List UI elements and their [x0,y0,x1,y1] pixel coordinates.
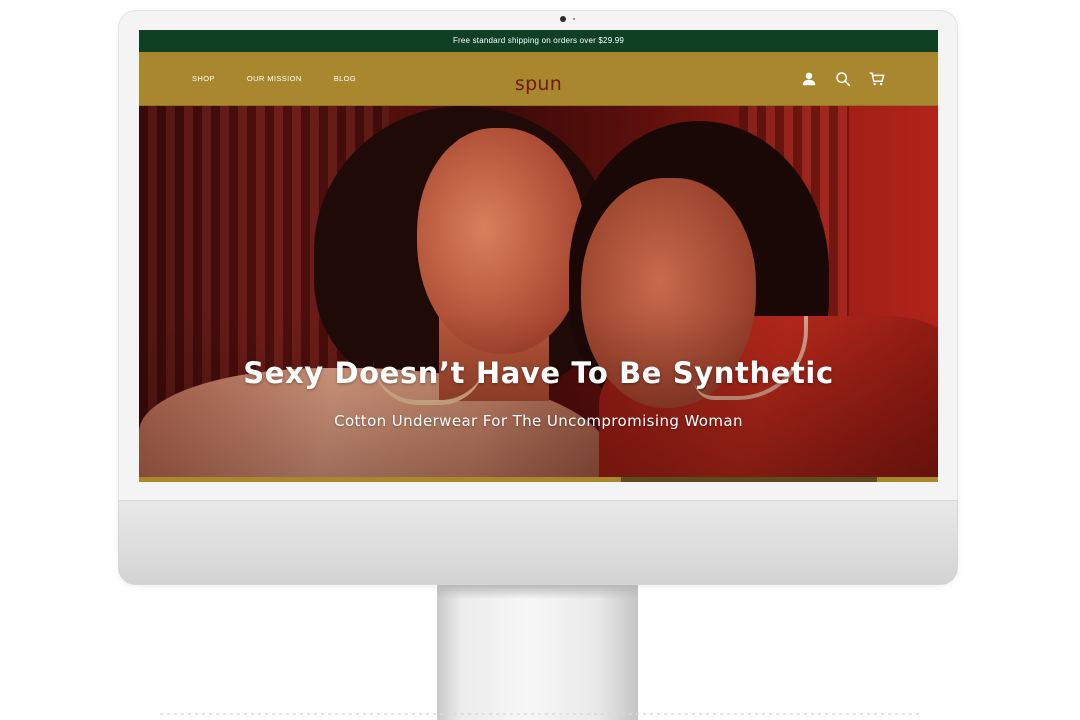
hero-headline: Sexy Doesn’t Have To Be Synthetic [243,356,834,390]
camera-sensor [573,18,575,20]
imac-chin [118,500,958,585]
hero-banner[interactable]: Sexy Doesn’t Have To Be Synthetic Cotton… [139,106,938,477]
nav-link-shop[interactable]: SHOP [192,74,215,83]
header-nav: SHOP OUR MISSION BLOG spun [139,52,938,106]
website-screen: Free standard shipping on orders over $2… [139,30,938,482]
nav-links: SHOP OUR MISSION BLOG [192,52,388,105]
slideshow-progress [621,477,877,482]
imac-stand [437,585,638,720]
stage: Free standard shipping on orders over $2… [0,0,1080,720]
nav-link-our-mission[interactable]: OUR MISSION [247,74,302,83]
account-icon[interactable] [800,70,818,88]
brand-logo[interactable]: spun [515,73,562,95]
cart-icon[interactable] [868,70,886,88]
nav-icons [800,52,886,105]
floor-shadow [160,713,920,715]
search-icon[interactable] [834,70,852,88]
hero-subline: Cotton Underwear For The Uncompromising … [334,412,743,430]
nav-link-blog[interactable]: BLOG [334,74,356,83]
announcement-bar: Free standard shipping on orders over $2… [139,30,938,52]
stand-shadow [437,585,638,599]
camera-icon [560,16,566,22]
